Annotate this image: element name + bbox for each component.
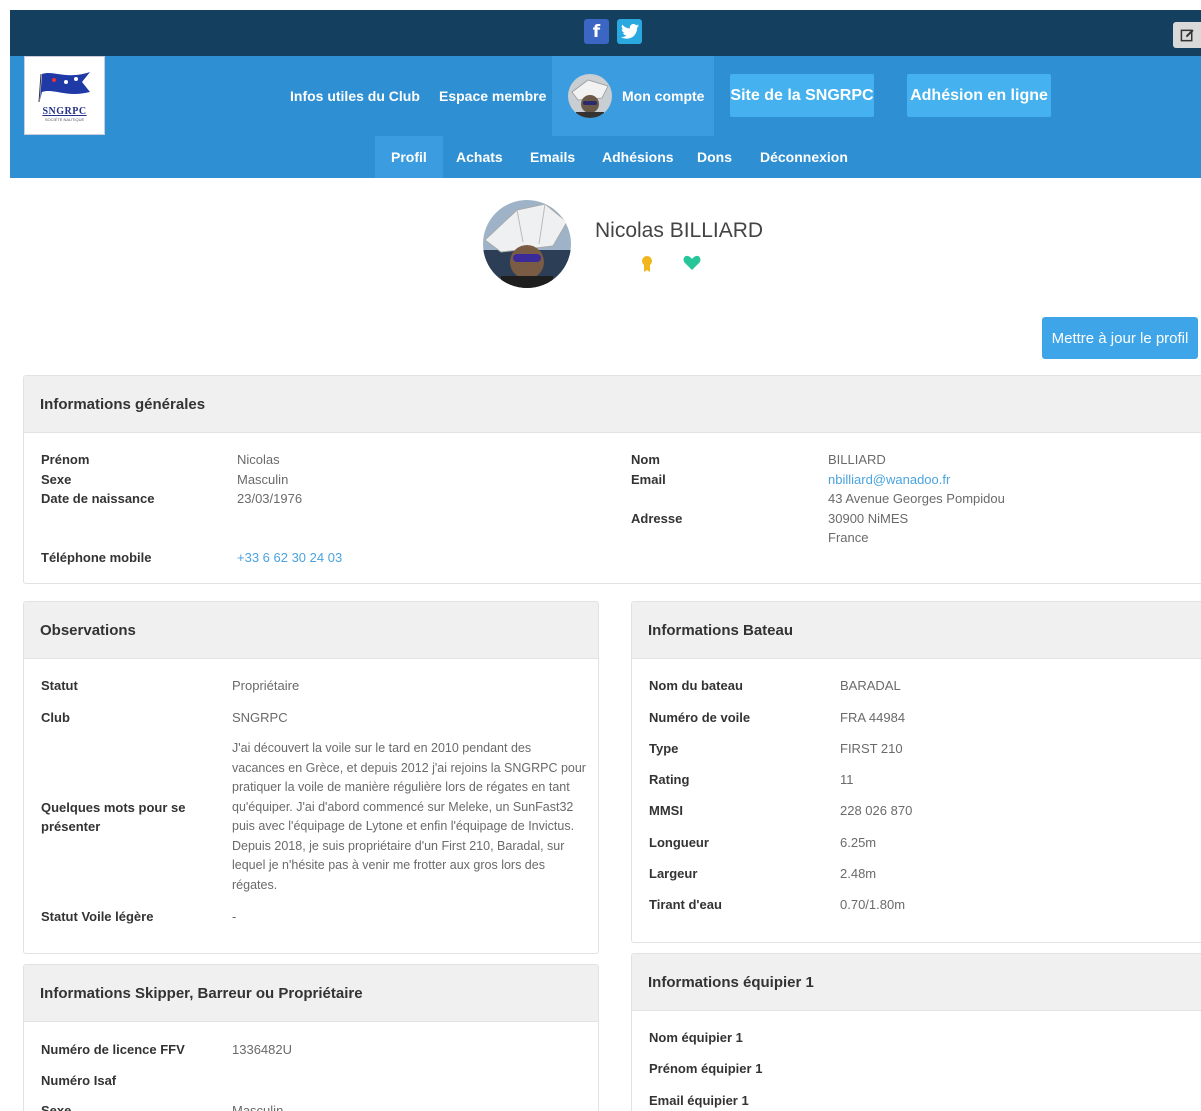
birthdate-value: 23/03/1976 [237,491,303,506]
boat-field-value: 11 [840,772,854,787]
logo-subtext: SOCIÉTÉ NAUTIQUE [44,116,85,122]
boat-field-value: 6.25m [840,835,877,850]
heart-icon [683,255,701,275]
bateau-panel: Informations Bateau Nom du bateau BARADA… [631,601,1201,943]
boat-field-label: Longueur [649,835,709,850]
sexe-value: Masculin [237,472,289,487]
panel-title: Informations générales [24,376,1201,433]
licence-value: 1336482U [232,1042,292,1057]
nav-mon-compte[interactable]: Mon compte [552,56,714,136]
tab-profil[interactable]: Profil [375,136,443,178]
facebook-icon[interactable]: f [584,19,609,44]
presenter-label: présenter [41,819,101,834]
nom-label: Nom [631,452,660,467]
equipier-panel: Informations équipier 1 Nom équipier 1 P… [631,953,1201,1111]
tab-dons[interactable]: Dons [697,136,732,178]
avatar [568,74,612,118]
nav-espace-membre[interactable]: Espace membre [439,56,546,136]
flag-icon [38,71,90,102]
skipper-sexe-label: Sexe [41,1103,72,1111]
site-sngrpc-button[interactable]: Site de la SNGRPC [730,74,874,117]
sexe-label: Sexe [41,472,72,487]
presentation-line: Depuis 2018, je suis propriétaire d'un F… [232,838,565,853]
panel-title: Informations équipier 1 [632,954,1201,1011]
presentation-line: J'ai découvert la voile sur le tard en 2… [232,741,532,755]
boat-field-label: Type [649,741,679,756]
tab-adhesions[interactable]: Adhésions [602,136,674,178]
general-info-panel: Informations générales Prénom Nicolas Se… [23,375,1201,584]
email-link[interactable]: nbilliard@wanadoo.fr [828,470,950,490]
panel-title: Informations Skipper, Barreur ou Proprié… [24,965,598,1022]
mobile-label: Téléphone mobile [41,550,152,565]
boat-field-label: Numéro de voile [649,710,751,725]
presentation-line: pratiquer la voile de manière régulière … [232,780,570,794]
top-bar: f [10,10,1201,56]
adresse-label: Adresse [631,511,683,526]
mobile-link[interactable]: +33 6 62 30 24 03 [237,548,342,568]
isaf-label: Numéro Isaf [41,1073,117,1088]
email-label: Email [631,472,666,487]
equipier-email-label: Email équipier 1 [649,1093,749,1108]
presentation-text: J'ai découvert la voile sur le tard en 2… [232,739,592,895]
main-nav: SNGRPC SOCIÉTÉ NAUTIQUE Infos utiles du … [10,56,1201,136]
nav-infos-club[interactable]: Infos utiles du Club [290,56,420,136]
nom-value: BILLIARD [828,452,886,467]
profile-name: Nicolas BILLIARD [595,219,764,242]
statut-label: Statut [41,678,78,693]
boat-field-value: FIRST 210 [840,741,903,756]
twitter-icon[interactable] [617,19,642,44]
nav-account-label: Mon compte [622,88,705,104]
edit-icon[interactable] [1173,22,1201,48]
panel-title: Observations [24,602,598,659]
skipper-sexe-value: Masculin [232,1103,284,1111]
logo-text: SNGRPC [42,105,87,117]
social-links: f [584,19,642,44]
club-logo[interactable]: SNGRPC SOCIÉTÉ NAUTIQUE [24,56,105,135]
presentation-line: vacances en Grèce, et depuis 2012 j'ai r… [232,760,586,775]
address-line: France [828,530,869,545]
birthdate-label: Date de naissance [41,491,155,506]
presentation-line: puis avec l'équipage de Lytone et enfin … [232,819,575,833]
statut-value: Propriétaire [232,678,300,693]
equipier-nom-label: Nom équipier 1 [649,1030,743,1045]
equipier-prenom-label: Prénom équipier 1 [649,1061,763,1076]
address-line: 30900 NiMES [828,511,909,526]
adhesion-en-ligne-button[interactable]: Adhésion en ligne [907,74,1051,117]
prenom-value: Nicolas [237,452,280,467]
boat-field-label: Tirant d'eau [649,897,722,912]
skipper-panel: Informations Skipper, Barreur ou Proprié… [23,964,599,1111]
club-value: SNGRPC [232,710,288,725]
presenter-label: Quelques mots pour se [41,800,186,815]
profile-avatar [483,200,571,288]
boat-field-label: Largeur [649,866,698,881]
voile-legere-label: Statut Voile légère [41,909,154,924]
licence-label: Numéro de licence FFV [41,1042,185,1057]
boat-field-value: BARADAL [840,678,901,693]
address-line: 43 Avenue Georges Pompidou [828,491,1005,506]
boat-field-label: MMSI [649,803,683,818]
boat-field-value: FRA 44984 [840,710,906,725]
tab-achats[interactable]: Achats [456,136,503,178]
boat-field-label: Nom du bateau [649,678,743,693]
tab-emails[interactable]: Emails [530,136,575,178]
panel-title: Informations Bateau [632,602,1201,659]
presentation-line: lequel je n'hésite pas à venir me frotte… [232,858,545,872]
prenom-label: Prénom [41,452,90,467]
boat-field-value: 2.48m [840,866,877,881]
boat-field-label: Rating [649,772,690,787]
boat-field-value: 0.70/1.80m [840,897,906,912]
observations-panel: Observations Statut Propriétaire Club SN… [23,601,599,954]
tab-deconnexion[interactable]: Déconnexion [760,136,848,178]
presentation-line: qu'équiper. J'ai d'abord commencé sur Me… [232,799,574,814]
medal-icon [640,255,654,277]
sub-nav: Profil Achats Emails Adhésions Dons Déco… [10,136,1201,178]
update-profile-button[interactable]: Mettre à jour le profil [1042,317,1198,359]
voile-legere-value: - [232,909,237,924]
club-label: Club [41,710,70,725]
presentation-line: régates. [232,877,278,892]
boat-field-value: 228 026 870 [840,803,913,818]
